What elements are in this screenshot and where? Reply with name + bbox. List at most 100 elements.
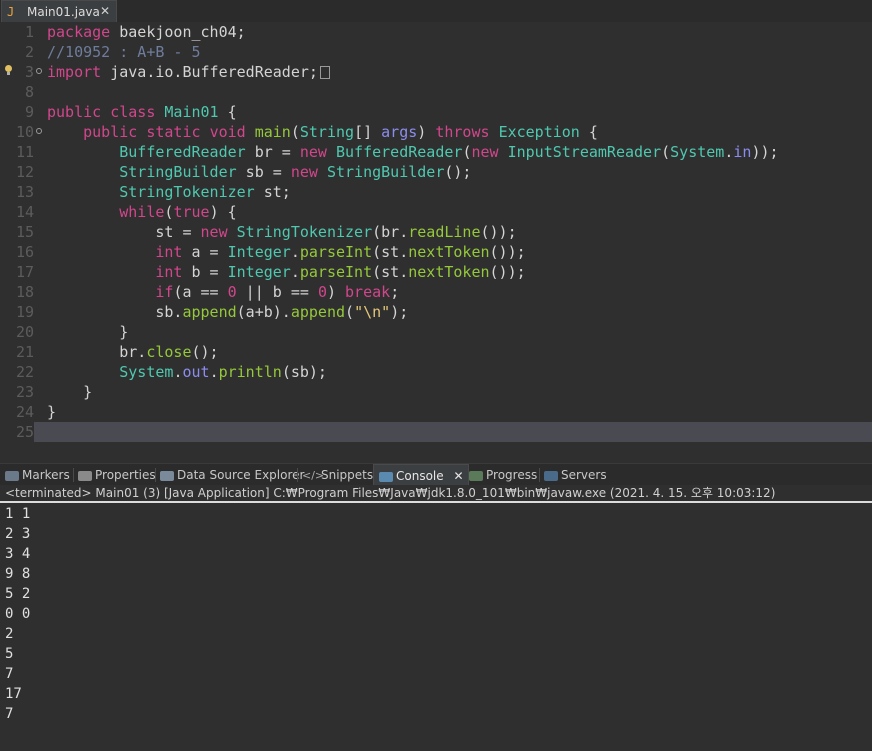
code-line[interactable]: 8 xyxy=(0,82,872,102)
code-line[interactable]: 15 st = new StringTokenizer(br.readLine(… xyxy=(0,222,872,242)
line-number: 19 xyxy=(15,303,34,321)
console-status-line: <terminated> Main01 (3) [Java Applicatio… xyxy=(0,485,872,501)
code-line[interactable]: 16 int a = Integer.parseInt(st.nextToken… xyxy=(0,242,872,262)
bottom-panel-tab-bar: Markers Properties Data Source Explorer … xyxy=(0,463,872,486)
progress-icon xyxy=(469,470,483,481)
servers-icon xyxy=(544,470,558,481)
code-line[interactable]: 11 BufferedReader br = new BufferedReade… xyxy=(0,142,872,162)
line-number: 23 xyxy=(15,383,34,401)
close-icon[interactable]: ✕ xyxy=(453,469,463,483)
console-line: 9 8 xyxy=(5,566,31,582)
code-text: st = new StringTokenizer(br.readLine()); xyxy=(155,223,517,241)
code-text: import java.io.BufferedReader; xyxy=(47,62,330,82)
code-text: } xyxy=(47,403,57,421)
line-number: 11 xyxy=(15,143,34,161)
line-number: 24 xyxy=(15,403,34,421)
console-line: 7 xyxy=(5,666,14,682)
eclipse-window: J Main01.java ✕ 1 package baekjoon_ch04;… xyxy=(0,0,872,751)
code-line[interactable]: 24 } xyxy=(0,402,872,422)
code-line[interactable]: 23 } xyxy=(0,382,872,402)
console-output[interactable]: 1 1 2 3 3 4 9 8 5 2 0 0 2 5 7 17 7 xyxy=(0,503,872,751)
console-line: 2 xyxy=(5,626,14,642)
code-line[interactable]: 21 br.close(); xyxy=(0,342,872,362)
code-text: br.close(); xyxy=(119,343,219,361)
line-number: 15 xyxy=(15,223,34,241)
line-number: 18 xyxy=(15,283,34,301)
console-line: 5 2 xyxy=(5,586,31,602)
code-line[interactable]: 10 public static void main(String[] args… xyxy=(0,122,872,142)
code-line[interactable]: 14 while(true) { xyxy=(0,202,872,222)
code-line[interactable]: 2 //10952 : A+B - 5 xyxy=(0,42,872,62)
code-line[interactable]: 12 StringBuilder sb = new StringBuilder(… xyxy=(0,162,872,182)
code-line[interactable]: 20 } xyxy=(0,322,872,342)
code-line[interactable]: 1 package baekjoon_ch04; xyxy=(0,22,872,42)
editor-tab-label: Main01.java xyxy=(27,5,100,19)
console-line: 7 xyxy=(5,706,14,722)
line-number: 16 xyxy=(15,243,34,261)
snippets-icon: </> xyxy=(302,468,325,482)
line-number: 25 xyxy=(0,422,34,442)
console-line: 5 xyxy=(5,646,14,662)
code-text: BufferedReader br = new BufferedReader(n… xyxy=(119,143,779,161)
code-line[interactable]: 22 System.out.println(sb); xyxy=(0,362,872,382)
markers-icon xyxy=(5,470,19,481)
tab-properties[interactable]: Properties xyxy=(78,464,156,486)
code-editor[interactable]: 1 package baekjoon_ch04; 2 //10952 : A+B… xyxy=(0,22,872,462)
console-line: 2 3 xyxy=(5,526,31,542)
code-text: sb.append(a+b).append("\n"); xyxy=(155,303,409,321)
console-line: 3 4 xyxy=(5,546,31,562)
line-number: 10 xyxy=(15,123,34,141)
code-text: System.out.println(sb); xyxy=(119,363,327,381)
line-number: 13 xyxy=(15,183,34,201)
code-text: if(a == 0 || b == 0) break; xyxy=(155,283,400,301)
code-line[interactable]: 3 import java.io.BufferedReader; xyxy=(0,62,872,82)
tab-progress[interactable]: Progress xyxy=(469,464,537,486)
code-text: package baekjoon_ch04; xyxy=(47,23,246,41)
code-text: StringBuilder sb = new StringBuilder(); xyxy=(119,163,472,181)
fold-collapse-icon[interactable] xyxy=(36,128,42,134)
collapsed-imports-icon[interactable] xyxy=(319,66,330,79)
code-text: //10952 : A+B - 5 xyxy=(47,43,201,61)
code-text: int a = Integer.parseInt(st.nextToken())… xyxy=(155,243,526,261)
code-text: int b = Integer.parseInt(st.nextToken())… xyxy=(155,263,526,281)
editor-tab-bar: J Main01.java ✕ xyxy=(0,0,872,23)
code-text: while(true) { xyxy=(119,203,237,221)
console-line: 17 xyxy=(5,686,22,702)
line-number: 14 xyxy=(15,203,34,221)
code-line[interactable]: 18 if(a == 0 || b == 0) break; xyxy=(0,282,872,302)
line-number: 1 xyxy=(24,23,34,41)
code-text: } xyxy=(83,383,93,401)
console-line: 1 1 xyxy=(5,506,31,522)
fold-expand-icon[interactable] xyxy=(36,68,42,74)
tab-snippets[interactable]: </>Snippets xyxy=(302,464,373,486)
java-file-icon: J xyxy=(7,5,15,19)
data-source-icon xyxy=(160,470,174,481)
code-line[interactable]: 13 StringTokenizer st; xyxy=(0,182,872,202)
tab-data-source-explorer[interactable]: Data Source Explorer xyxy=(160,464,304,486)
code-line[interactable]: 9 public class Main01 { xyxy=(0,102,872,122)
console-icon xyxy=(379,471,393,482)
line-number: 20 xyxy=(15,323,34,341)
line-number: 12 xyxy=(15,163,34,181)
tab-markers[interactable]: Markers xyxy=(5,464,70,486)
line-number: 9 xyxy=(24,103,34,121)
tab-separator xyxy=(73,468,74,482)
tab-separator xyxy=(155,468,156,482)
code-text: } xyxy=(119,323,129,341)
editor-tab-main01[interactable]: J Main01.java ✕ xyxy=(1,0,117,22)
code-line[interactable]: 19 sb.append(a+b).append("\n"); xyxy=(0,302,872,322)
console-line: 0 0 xyxy=(5,606,31,622)
code-line[interactable]: 17 int b = Integer.parseInt(st.nextToken… xyxy=(0,262,872,282)
line-number: 21 xyxy=(15,343,34,361)
tab-separator xyxy=(297,468,298,482)
line-number: 17 xyxy=(15,263,34,281)
code-text: StringTokenizer st; xyxy=(119,183,291,201)
line-number: 3 xyxy=(24,63,34,81)
tab-console[interactable]: Console ✕ xyxy=(373,464,469,486)
tab-servers[interactable]: Servers xyxy=(544,464,607,486)
code-line-current[interactable]: 25 xyxy=(0,422,872,442)
line-number: 2 xyxy=(24,43,34,61)
code-text: public class Main01 { xyxy=(47,103,237,121)
tab-separator xyxy=(539,468,540,482)
close-icon[interactable]: ✕ xyxy=(100,4,110,18)
